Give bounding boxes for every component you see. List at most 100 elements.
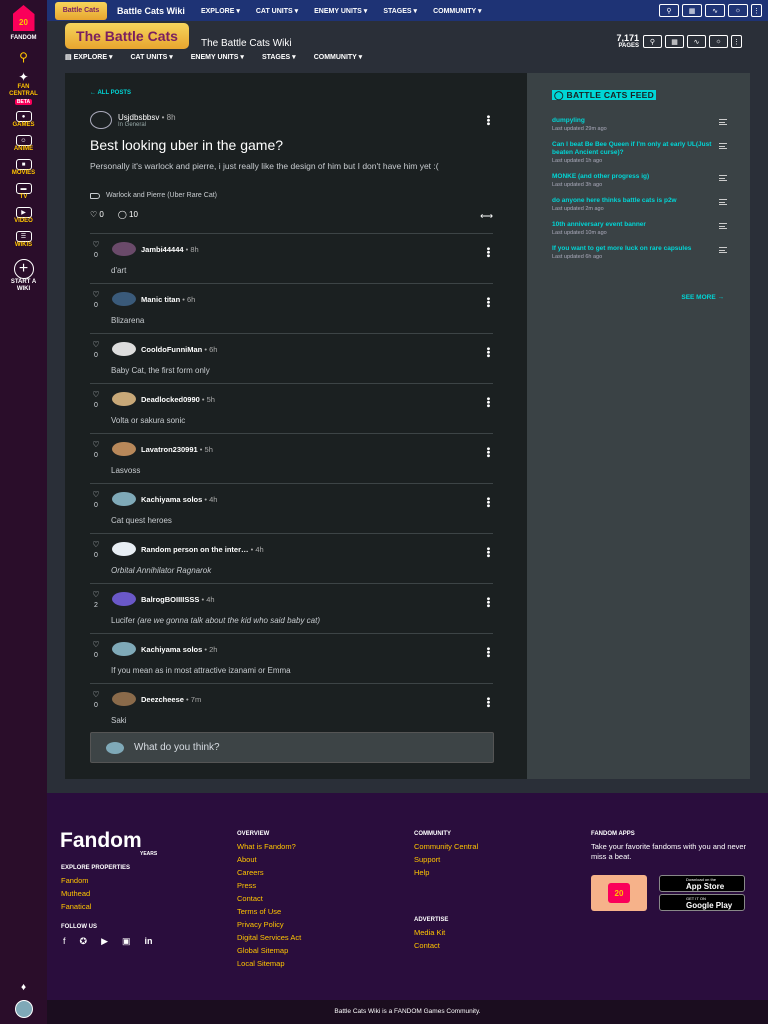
reply-more-icon[interactable]: ••• — [482, 247, 493, 258]
reply-avatar[interactable] — [112, 492, 136, 506]
reply-more-icon[interactable]: ••• — [482, 397, 493, 408]
start-a-wiki-button[interactable]: + START A WIKI — [0, 259, 47, 293]
reply-author[interactable]: Manic titan — [141, 295, 180, 304]
reply-like-button[interactable]: ♡ 0 — [90, 540, 102, 560]
feed-item-title[interactable]: dumpyling — [552, 117, 712, 125]
feed-item[interactable]: Can I beat Be Bee Queen if I'm only at e… — [552, 141, 727, 164]
reply-like-button[interactable]: ♡ 2 — [90, 590, 102, 610]
footer-link[interactable]: Contact — [237, 894, 301, 904]
reply-author[interactable]: Kachiyama solos — [141, 495, 202, 504]
reply-avatar[interactable] — [112, 392, 136, 406]
theme-toggle-button[interactable]: ☼ — [728, 4, 748, 17]
fandom-app-icon[interactable]: 20 — [591, 875, 647, 911]
reply-author[interactable]: Jambi44444 — [141, 245, 184, 254]
feed-item-title[interactable]: MONKE (and other progress ig) — [552, 173, 712, 181]
footer-link[interactable]: Fandom — [61, 876, 91, 886]
user-avatar[interactable] — [14, 1000, 33, 1018]
wiki-logo[interactable]: The Battle Cats — [65, 23, 189, 49]
reply-like-button[interactable]: ♡ 0 — [90, 340, 102, 360]
feed-item-title[interactable]: 10th anniversary event banner — [552, 221, 712, 229]
footer-link[interactable]: Support — [414, 855, 478, 865]
feed-item-title[interactable]: If you want to get more luck on rare cap… — [552, 245, 712, 253]
reply-more-icon[interactable]: ••• — [482, 347, 493, 358]
nav-community[interactable]: COMMUNITY ▾ — [314, 53, 363, 61]
reply-avatar[interactable] — [112, 342, 136, 356]
footer-link[interactable]: Global Sitemap — [237, 946, 301, 956]
reply-avatar[interactable] — [112, 642, 136, 656]
footer-link[interactable]: Press — [237, 881, 301, 891]
feed-item-title[interactable]: do anyone here thinks battle cats is p2w — [552, 197, 712, 205]
gnav-video[interactable]: ▶ VIDEO — [0, 207, 47, 225]
app-store-button[interactable]: Download on the App Store — [659, 875, 745, 892]
activity-button[interactable]: ∿ — [705, 4, 725, 17]
twitter-icon[interactable]: ✪ — [80, 936, 88, 947]
nav-cat-units[interactable]: CAT UNITS ▾ — [130, 53, 172, 61]
fandom-label[interactable]: FANDOM — [11, 35, 37, 42]
footer-fandom-logo[interactable]: Fandom — [60, 829, 142, 853]
search-button[interactable]: ⚲ — [643, 35, 662, 48]
discuss-button[interactable]: ▦ — [665, 35, 684, 48]
reply-avatar[interactable] — [112, 542, 136, 556]
feed-item-title[interactable]: Can I beat Be Bee Queen if I'm only at e… — [552, 141, 712, 157]
search-button[interactable]: ⚲ — [659, 4, 679, 17]
feed-item[interactable]: 10th anniversary event banner Last updat… — [552, 221, 727, 236]
reply-author[interactable]: BalrogBOIIIISSS — [141, 595, 199, 604]
facebook-icon[interactable]: f — [63, 936, 66, 947]
footer-link[interactable]: Fanatical — [61, 902, 91, 912]
footer-link[interactable]: Careers — [237, 868, 301, 878]
gnav-wikis[interactable]: ☰ WIKIS — [0, 231, 47, 249]
reply-more-icon[interactable]: ••• — [482, 597, 493, 608]
reply-author[interactable]: CooldoFunniMan — [141, 345, 202, 354]
post-author[interactable]: Usjdbsbbsv — [118, 113, 159, 122]
nav-enemy-units[interactable]: ENEMY UNITS ▾ — [191, 53, 244, 61]
reply-more-icon[interactable]: ••• — [482, 497, 493, 508]
reply-more-icon[interactable]: ••• — [482, 647, 493, 658]
gnav-anime[interactable]: ☺ ANIME — [0, 135, 47, 153]
reply-more-icon[interactable]: ••• — [482, 547, 493, 558]
reply-author[interactable]: Random person on the inter… — [141, 545, 249, 554]
more-button[interactable]: ⋮ — [751, 4, 762, 17]
reply-author[interactable]: Deadlocked0990 — [141, 395, 200, 404]
footer-link[interactable]: Community Central — [414, 842, 478, 852]
reply-input[interactable]: What do you think? — [90, 732, 494, 763]
nav-enemy-units[interactable]: ENEMY UNITS ▾ — [314, 7, 367, 15]
nav-community[interactable]: COMMUNITY ▾ — [433, 7, 482, 15]
reply-avatar[interactable] — [112, 692, 136, 706]
reply-author[interactable]: Lavatron230991 — [141, 445, 198, 454]
reply-more-icon[interactable]: ••• — [482, 697, 493, 708]
notifications-bell-icon[interactable]: ♦ — [18, 982, 30, 994]
feed-item[interactable]: do anyone here thinks battle cats is p2w… — [552, 197, 727, 212]
nav-stages[interactable]: STAGES ▾ — [262, 53, 296, 61]
feed-item[interactable]: If you want to get more luck on rare cap… — [552, 245, 727, 260]
instagram-icon[interactable]: ▣ — [122, 936, 131, 947]
footer-link[interactable]: Media Kit — [414, 928, 445, 938]
theme-toggle-button[interactable]: ☼ — [709, 35, 728, 48]
reply-more-icon[interactable]: ••• — [482, 447, 493, 458]
all-posts-link[interactable]: ← ALL POSTS — [90, 90, 131, 96]
reply-like-button[interactable]: ♡ 0 — [90, 290, 102, 310]
gnav-tv[interactable]: ▬ TV — [0, 183, 47, 201]
footer-link[interactable]: Help — [414, 868, 478, 878]
gnav-search[interactable]: ⚲ — [0, 50, 47, 64]
feed-item[interactable]: dumpyling Last updated 29m ago — [552, 117, 727, 132]
post-tag[interactable]: Warlock and Pierre (Uber Rare Cat) — [90, 192, 217, 199]
nav-stages[interactable]: STAGES ▾ — [383, 7, 417, 15]
reply-avatar[interactable] — [112, 242, 136, 256]
google-play-button[interactable]: GET IT ON Google Play — [659, 894, 745, 911]
discuss-button[interactable]: ▦ — [682, 4, 702, 17]
wiki-title[interactable]: The Battle Cats Wiki — [201, 38, 292, 49]
fandom-logo[interactable]: 20 — [12, 5, 36, 35]
footer-link[interactable]: Digital Services Act — [237, 933, 301, 943]
linkedin-icon[interactable]: in — [145, 936, 153, 947]
footer-link[interactable]: What is Fandom? — [237, 842, 301, 852]
reply-like-button[interactable]: ♡ 0 — [90, 490, 102, 510]
footer-link[interactable]: About — [237, 855, 301, 865]
reply-author[interactable]: Deezcheese — [141, 695, 184, 704]
author-avatar[interactable] — [90, 111, 112, 129]
footer-link[interactable]: Muthead — [61, 889, 91, 899]
gnav-games[interactable]: ● GAMES — [0, 111, 47, 129]
reply-like-button[interactable]: ♡ 0 — [90, 640, 102, 660]
footer-link[interactable]: Local Sitemap — [237, 959, 301, 969]
more-button[interactable]: ⋮ — [731, 35, 742, 48]
reply-avatar[interactable] — [112, 442, 136, 456]
